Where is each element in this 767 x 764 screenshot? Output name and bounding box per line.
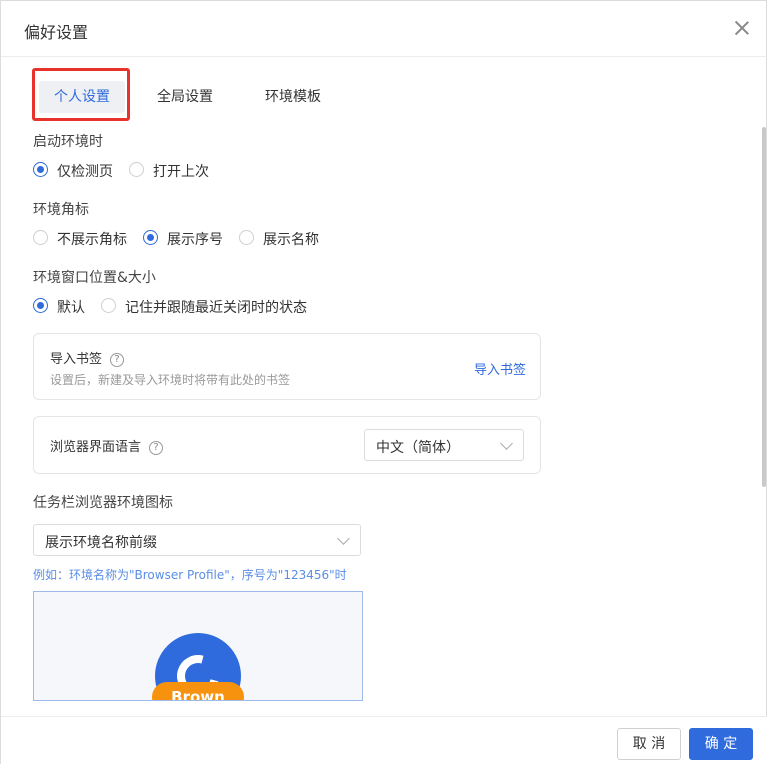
radio-label-open-last: 打开上次 [153, 164, 209, 180]
window-label: 环境窗口位置&大小 [33, 270, 156, 286]
language-select[interactable]: 中文（简体） [364, 429, 524, 461]
radio-check-page-only[interactable] [33, 162, 48, 177]
language-select-value: 中文（简体） [376, 440, 460, 456]
preferences-dialog: 偏好设置 个人设置 全局设置 环境模板 启动环境时 仅检测页 打开上次 环境角标… [0, 0, 767, 764]
taskbar-icon-preview: Brown [33, 591, 363, 701]
import-bookmarks-link[interactable]: 导入书签 [474, 359, 526, 378]
tab-environment-template[interactable]: 环境模板 [254, 81, 332, 113]
radio-label-check-page-only: 仅检测页 [57, 164, 113, 180]
radio-label-show-name: 展示名称 [263, 232, 319, 248]
taskbar-example-hint: 例如：环境名称为"Browser Profile"，序号为"123456"时 [33, 568, 347, 582]
radio-no-corner-mark[interactable] [33, 230, 48, 245]
radio-label-no-corner-mark: 不展示角标 [57, 232, 127, 248]
dialog-header: 偏好设置 [1, 1, 767, 57]
radio-show-serial[interactable] [143, 230, 158, 245]
taskbar-icon-label: 任务栏浏览器环境图标 [33, 495, 173, 511]
radio-label-window-default: 默认 [57, 300, 85, 316]
radio-window-default[interactable] [33, 298, 48, 313]
language-title-row: 浏览器界面语言? [50, 436, 164, 455]
preview-badge: Brown [152, 682, 244, 700]
radio-label-show-serial: 展示序号 [167, 232, 223, 248]
radio-label-window-remember: 记住并跟随最近关闭时的状态 [125, 300, 307, 316]
language-label: 浏览器界面语言 [50, 440, 142, 455]
dialog-title: 偏好设置 [24, 23, 89, 42]
chevron-down-icon [337, 532, 350, 545]
startup-label: 启动环境时 [33, 134, 103, 150]
bookmarks-card: 导入书签? 设置后，新建及导入环境时将带有此处的书签 导入书签 [33, 333, 541, 400]
question-circle-icon[interactable]: ? [110, 352, 125, 367]
scrollbar-thumb[interactable] [762, 127, 766, 487]
close-icon[interactable] [731, 17, 753, 39]
chevron-down-icon [500, 437, 513, 450]
confirm-button[interactable]: 确 定 [689, 728, 753, 760]
bookmarks-title-row: 导入书签? [50, 348, 125, 367]
bookmarks-title: 导入书签 [50, 352, 103, 367]
cancel-button[interactable]: 取 消 [617, 728, 681, 760]
bookmarks-description: 设置后，新建及导入环境时将带有此处的书签 [50, 373, 291, 387]
taskbar-icon-select-value: 展示环境名称前缀 [45, 535, 157, 551]
language-card: 浏览器界面语言? 中文（简体） [33, 416, 541, 474]
radio-window-remember[interactable] [101, 298, 116, 313]
tab-personal-settings[interactable]: 个人设置 [39, 81, 125, 113]
radio-open-last[interactable] [129, 162, 144, 177]
radio-show-name[interactable] [239, 230, 254, 245]
tab-global-settings[interactable]: 全局设置 [146, 81, 224, 113]
corner-mark-label: 环境角标 [33, 202, 89, 218]
taskbar-icon-select[interactable]: 展示环境名称前缀 [33, 524, 361, 556]
question-circle-icon[interactable]: ? [149, 440, 164, 455]
